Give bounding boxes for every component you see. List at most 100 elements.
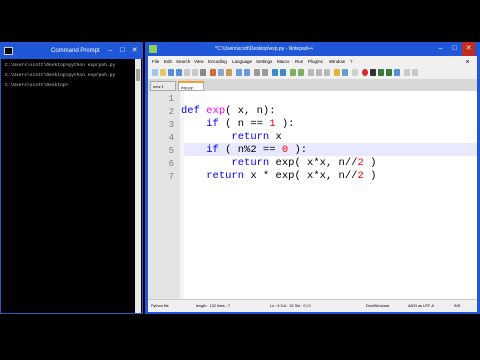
menu-help[interactable]: ? (350, 56, 353, 67)
tab-exp-py[interactable]: exp.py (178, 81, 204, 91)
tab-bar: new 1 exp.py (148, 80, 477, 91)
npp-title-bar[interactable]: *C:\Users\scott\Desktop\exp.py - Notepad… (145, 42, 480, 56)
tab-new-1[interactable]: new 1 (150, 81, 176, 91)
status-length: length : 132 lines : 7 (196, 304, 230, 308)
code-token: ( n%2 == (218, 144, 282, 156)
code-token: exp( x*x, n// (269, 157, 358, 169)
new-file-icon[interactable] (152, 69, 158, 76)
redo-icon[interactable] (244, 69, 250, 76)
command-prompt-window[interactable]: Command Prompt – □ ✕ C:\Users\scott\Desk… (0, 42, 143, 314)
close-file-icon[interactable] (184, 69, 190, 76)
cmd-scrollbar-thumb[interactable] (136, 69, 140, 81)
zoom-out-icon[interactable] (280, 69, 286, 76)
code-token: return (231, 157, 270, 169)
save-all-icon[interactable] (176, 69, 182, 76)
code-token: x (269, 131, 282, 143)
zoom-in-icon[interactable] (272, 69, 278, 76)
open-file-icon[interactable] (160, 69, 166, 76)
npp-title: *C:\Users\scott\Desktop\exp.py - Notepad… (215, 46, 314, 52)
doc-map-icon[interactable] (342, 69, 348, 76)
save-macro-icon[interactable] (394, 69, 400, 76)
record-macro-icon[interactable] (362, 69, 368, 76)
cmd-line: C:\Users\scott\Desktop>python exprpoh.py (5, 63, 116, 68)
menu-view[interactable]: View (194, 56, 204, 67)
code-line[interactable]: if ( n == 1 ): (181, 118, 294, 131)
line-number: 2 (168, 107, 174, 117)
maximize-icon[interactable]: □ (448, 42, 461, 56)
monitoring-icon[interactable] (352, 69, 358, 76)
play-macro-icon[interactable] (378, 69, 384, 76)
code-token: def (181, 105, 207, 117)
replace-icon[interactable] (262, 69, 268, 76)
npp-app-icon (149, 45, 157, 53)
code-token: exp (206, 105, 226, 117)
line-number: 3 (168, 120, 174, 130)
minimize-icon[interactable]: – (105, 43, 116, 59)
menu-edit[interactable]: Edit (164, 56, 172, 67)
menu-bar: File Edit Search View Encoding Language … (148, 56, 477, 67)
minimize-icon[interactable]: – (434, 42, 447, 56)
menu-window[interactable]: Window (329, 56, 345, 67)
code-token: ( x, n): (225, 105, 276, 117)
status-file-type: Python file (151, 304, 169, 308)
menu-encoding[interactable]: Encoding (208, 56, 227, 67)
menu-close-doc-icon[interactable]: X (466, 56, 469, 67)
notepadpp-window[interactable]: *C:\Users\scott\Desktop\exp.py - Notepad… (145, 42, 480, 314)
line-number: 6 (168, 159, 174, 169)
code-token: x * exp( x*x, n// (244, 170, 358, 182)
code-token: return (206, 170, 245, 182)
cmd-title-bar[interactable]: Command Prompt – □ ✕ (1, 43, 142, 59)
close-icon[interactable]: ✕ (462, 42, 475, 56)
code-token: ): (288, 144, 308, 156)
save-icon[interactable] (168, 69, 174, 76)
code-line[interactable]: return x (181, 131, 282, 144)
line-number: 7 (168, 172, 174, 182)
status-bar: Python file length : 132 lines : 7 Ln : … (148, 299, 477, 312)
menu-run[interactable]: Run (295, 56, 303, 67)
toolbar-extra-icon[interactable] (412, 69, 418, 76)
menu-settings[interactable]: Settings (256, 56, 272, 67)
code-token: if (206, 118, 219, 130)
sync-horizontal-icon[interactable] (298, 69, 304, 76)
cmd-title: Command Prompt (51, 48, 100, 54)
find-icon[interactable] (254, 69, 260, 76)
toolbar-extra-icon[interactable] (404, 69, 410, 76)
menu-language[interactable]: Language (232, 56, 252, 67)
show-all-chars-icon[interactable] (316, 69, 322, 76)
line-number: 5 (168, 146, 174, 156)
cmd-app-icon (4, 47, 13, 55)
menu-plugins[interactable]: Plugins (308, 56, 323, 67)
code-line[interactable]: return exp( x*x, n//2 ) (181, 157, 376, 170)
cut-icon[interactable] (210, 69, 216, 76)
code-line[interactable]: return x * exp( x*x, n//2 ) (181, 170, 376, 183)
word-wrap-icon[interactable] (308, 69, 314, 76)
maximize-icon[interactable]: □ (117, 43, 128, 59)
stop-macro-icon[interactable] (370, 69, 376, 76)
code-editor[interactable]: 1 2 def exp( x, n): 3 if ( n == 1 ): 4 retur… (148, 91, 477, 299)
run-macro-multiple-icon[interactable] (386, 69, 392, 76)
sync-vertical-icon[interactable] (290, 69, 296, 76)
close-all-icon[interactable] (192, 69, 198, 76)
undo-icon[interactable] (236, 69, 242, 76)
code-line[interactable]: def exp( x, n): (181, 105, 276, 118)
print-icon[interactable] (200, 69, 206, 76)
status-encoding: ANSI as UTF-8 (408, 304, 434, 308)
define-language-icon[interactable] (334, 69, 340, 76)
menu-file[interactable]: File (152, 56, 159, 67)
line-number: 1 (168, 94, 174, 104)
paste-icon[interactable] (226, 69, 232, 76)
indent-guide-icon[interactable] (324, 69, 330, 76)
code-token: return (231, 131, 270, 143)
close-icon[interactable]: ✕ (129, 43, 140, 59)
copy-icon[interactable] (218, 69, 224, 76)
cmd-scrollbar[interactable] (135, 59, 141, 313)
cmd-output[interactable]: C:\Users\scott\Desktop>python exprpoh.py… (5, 61, 135, 91)
menu-macro[interactable]: Macro (277, 56, 290, 67)
code-line[interactable]: if ( n%2 == 0 ): (181, 144, 307, 157)
code-token: ) (363, 157, 377, 169)
menu-search[interactable]: Search (176, 56, 190, 67)
